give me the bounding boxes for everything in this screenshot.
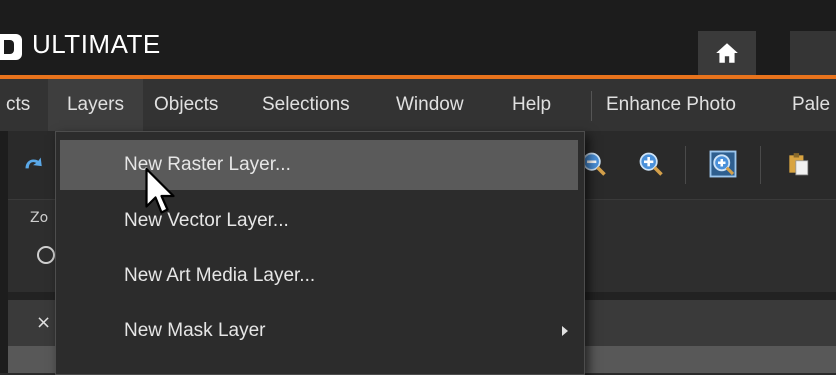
undo-icon xyxy=(25,157,42,169)
zoom-radio-icon[interactable] xyxy=(37,246,55,264)
app-title: ULTIMATE xyxy=(32,29,161,59)
paste-button[interactable] xyxy=(780,146,816,182)
menu-item-new-art-media-layer[interactable]: New Art Media Layer... xyxy=(60,251,578,301)
mouse-cursor-icon xyxy=(145,167,175,214)
submenu-arrow-icon xyxy=(562,326,568,336)
menu-item-new-raster-layer[interactable]: New Raster Layer... xyxy=(60,140,578,190)
home-icon xyxy=(716,43,738,63)
left-edge-panel xyxy=(0,131,8,373)
toolbar-separator xyxy=(685,146,686,184)
menu-item-new-vector-layer[interactable]: New Vector Layer... xyxy=(60,196,578,246)
menu-bar: cts Layers Objects Selections Window Hel… xyxy=(0,79,836,131)
menu-separator xyxy=(591,91,592,121)
menu-enhance-photo[interactable]: Enhance Photo xyxy=(606,79,736,131)
menu-effects[interactable]: cts xyxy=(6,79,42,131)
zoom-in-button[interactable] xyxy=(633,146,669,182)
menu-item-new-mask-layer[interactable]: New Mask Layer xyxy=(60,306,578,356)
workspace-tab[interactable] xyxy=(790,31,836,75)
zoom-fit-button[interactable] xyxy=(705,146,741,182)
paste-icon xyxy=(789,153,809,176)
zoom-label: Zo xyxy=(30,210,49,226)
menu-help[interactable]: Help xyxy=(512,79,551,131)
title-bar: ULTIMATE xyxy=(0,0,836,75)
menu-selections[interactable]: Selections xyxy=(262,79,350,131)
undo-button[interactable] xyxy=(14,146,50,182)
menu-layers[interactable]: Layers xyxy=(48,79,143,131)
layers-menu-dropdown: New Raster Layer... New Vector Layer... … xyxy=(55,131,585,375)
menu-window[interactable]: Window xyxy=(396,79,464,131)
close-tab-icon[interactable]: × xyxy=(36,312,51,333)
zoom-in-icon xyxy=(639,152,663,176)
toolbar-separator xyxy=(760,146,761,184)
menu-objects[interactable]: Objects xyxy=(154,79,218,131)
zoom-fit-icon xyxy=(709,150,737,178)
home-button[interactable] xyxy=(698,31,756,75)
menu-palettes[interactable]: Pale xyxy=(792,79,830,131)
app-logo-icon xyxy=(0,34,22,60)
